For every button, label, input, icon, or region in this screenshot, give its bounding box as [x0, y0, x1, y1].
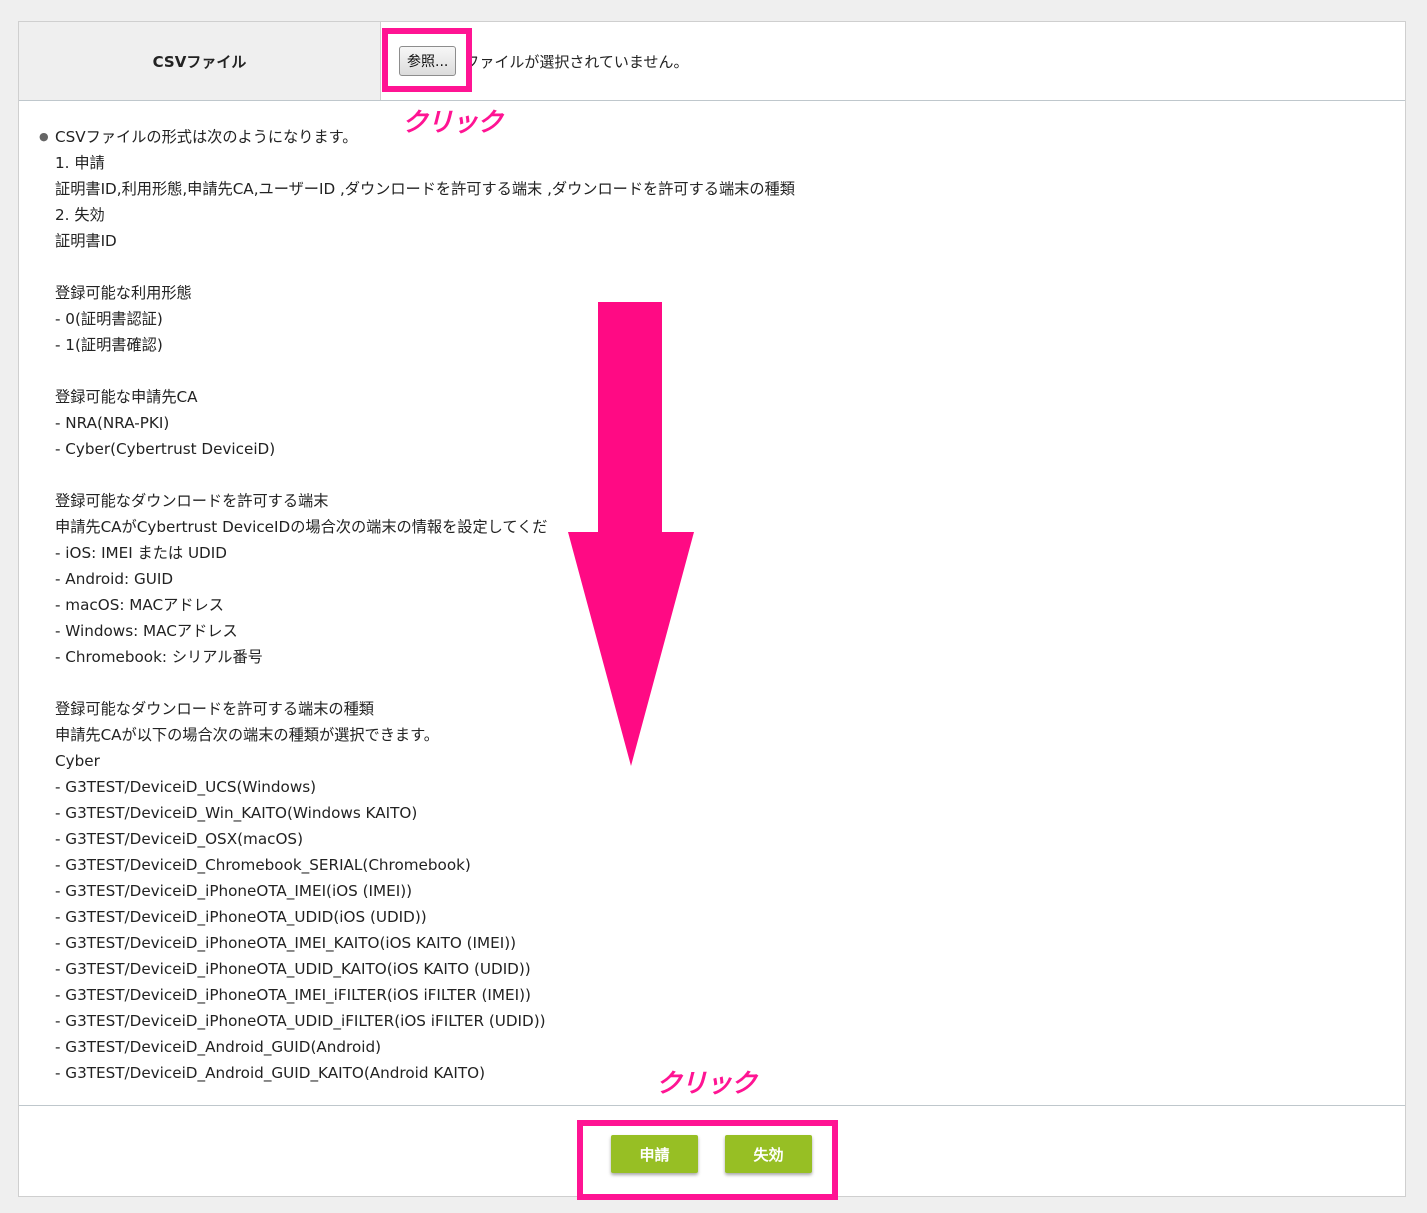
csv-upload-panel: CSVファイル 参照... ファイルが選択されていません。 ● CSVファイルの… — [18, 21, 1406, 1197]
info-line: - G3TEST/DeviceiD_Win_KAITO(Windows KAIT… — [55, 804, 418, 822]
click-annotation-bottom: クリック — [656, 1069, 757, 1099]
info-line: - G3TEST/DeviceiD_OSX(macOS) — [55, 830, 303, 848]
info-line: - G3TEST/DeviceiD_iPhoneOTA_UDID_iFILTER… — [55, 1012, 546, 1030]
csv-file-label: CSVファイル — [19, 22, 381, 100]
info-line: 証明書ID,利用形態,申請先CA,ユーザーID ,ダウンロードを許可する端末 ,… — [55, 180, 795, 198]
info-line: - G3TEST/DeviceiD_iPhoneOTA_IMEI(iOS (IM… — [55, 882, 413, 900]
no-file-selected-text: ファイルが選択されていません。 — [464, 52, 689, 71]
browse-button[interactable]: 参照... — [399, 46, 457, 76]
info-line — [37, 254, 795, 280]
bullet-icon: ● — [39, 130, 49, 143]
info-line: 2. 失効 — [55, 206, 105, 224]
info-line: - G3TEST/DeviceiD_Android_GUID(Android) — [55, 1038, 382, 1056]
info-line: - G3TEST/DeviceiD_UCS(Windows) — [55, 778, 317, 796]
revoke-button[interactable]: 失効 — [725, 1135, 812, 1173]
info-line: - G3TEST/DeviceiD_iPhoneOTA_UDID(iOS (UD… — [55, 908, 427, 926]
info-line: - G3TEST/DeviceiD_iPhoneOTA_IMEI_iFILTER… — [55, 986, 531, 1004]
csv-file-row: CSVファイル 参照... ファイルが選択されていません。 — [19, 22, 1405, 101]
info-line: 証明書ID — [55, 232, 117, 250]
info-line: - G3TEST/DeviceiD_iPhoneOTA_UDID_KAITO(i… — [55, 960, 531, 978]
click-annotation-top: クリック — [402, 108, 503, 138]
apply-button[interactable]: 申請 — [611, 1135, 698, 1173]
info-line: - G3TEST/DeviceiD_iPhoneOTA_IMEI_KAITO(i… — [55, 934, 517, 952]
info-heading-text: CSVファイルの形式は次のようになります。 — [55, 128, 358, 146]
action-footer: 申請 失効 — [19, 1105, 1405, 1196]
csv-file-input: 参照... ファイルが選択されていません。 — [381, 22, 1405, 100]
down-arrow-icon — [568, 302, 694, 766]
info-line: 1. 申請 — [55, 154, 105, 172]
info-line: - G3TEST/DeviceiD_Chromebook_SERIAL(Chro… — [55, 856, 471, 874]
